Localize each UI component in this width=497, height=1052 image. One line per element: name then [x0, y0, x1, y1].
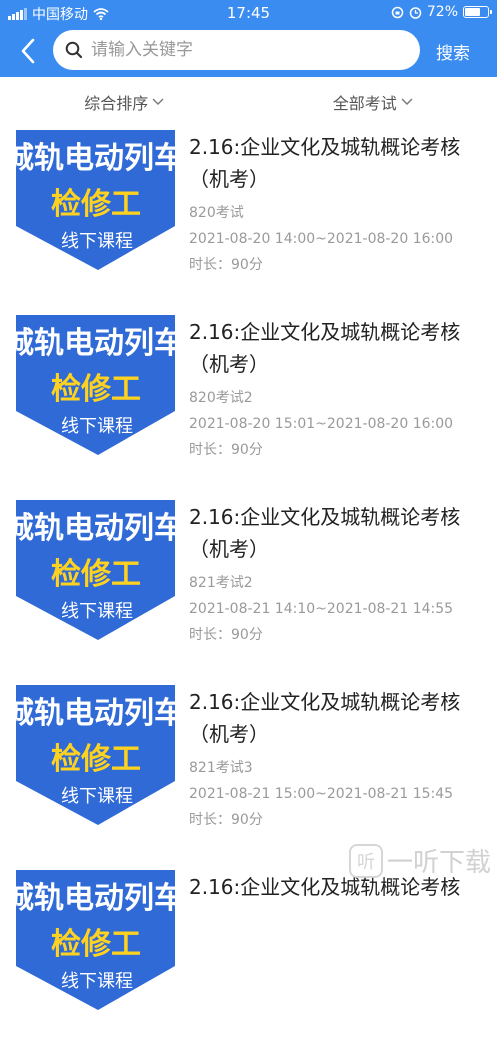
thumb-line3: 线下课程	[61, 971, 133, 992]
list-item[interactable]: 城轨电动列车 检修工 线下课程 2.16:企业文化及城轨概论考核（机考） 820…	[0, 127, 497, 312]
exam-list: 城轨电动列车 检修工 线下课程 2.16:企业文化及城轨概论考核（机考） 820…	[0, 127, 497, 1052]
thumb-line2: 检修工	[51, 557, 141, 592]
chevron-down-icon	[152, 98, 164, 106]
battery-icon	[463, 6, 489, 18]
thumb-line2: 检修工	[51, 927, 141, 962]
thumb-line1: 城轨电动列车	[16, 881, 175, 916]
filter-bar: 综合排序 全部考试	[0, 77, 497, 127]
search-icon	[65, 41, 83, 59]
alarm-icon	[409, 6, 422, 19]
search-button[interactable]: 搜索	[436, 39, 470, 64]
thumb-line1: 城轨电动列车	[16, 141, 175, 176]
course-thumbnail-image: 城轨电动列车 检修工 线下课程	[16, 315, 175, 455]
thumb-line3: 线下课程	[61, 601, 133, 622]
watermark-logo: 听	[349, 844, 383, 878]
status-bar: 中国移动 17:45 72%	[0, 0, 497, 26]
course-thumbnail: 城轨电动列车 检修工 线下课程	[16, 870, 175, 1010]
watermark: 听 一听下载	[349, 842, 491, 879]
back-button[interactable]	[14, 36, 44, 66]
course-thumbnail-image: 城轨电动列车 检修工 线下课程	[16, 500, 175, 640]
exam-time: 2021-08-21 15:00~2021-08-21 15:45	[189, 785, 489, 803]
course-thumbnail-image: 城轨电动列车 检修工 线下课程	[16, 870, 175, 1010]
exam-duration: 时长：90分	[189, 441, 489, 459]
list-item[interactable]: 城轨电动列车 检修工 线下课程 2.16:企业文化及城轨概论考核（机考） 820…	[0, 312, 497, 497]
exam-name: 820考试2	[189, 389, 489, 407]
search-box[interactable]	[53, 30, 420, 70]
exam-duration: 时长：90分	[189, 626, 489, 644]
exam-type-filter-label: 全部考试	[333, 90, 397, 114]
header-bar: 中国移动 17:45 72%	[0, 0, 497, 77]
exam-time: 2021-08-20 14:00~2021-08-20 16:00	[189, 230, 489, 248]
exam-title: 2.16:企业文化及城轨概论考核（机考）	[189, 501, 489, 565]
exam-title: 2.16:企业文化及城轨概论考核（机考）	[189, 316, 489, 380]
thumb-line3: 线下课程	[61, 231, 133, 252]
exam-time: 2021-08-21 14:10~2021-08-21 14:55	[189, 600, 489, 618]
exam-type-filter[interactable]: 全部考试	[249, 77, 497, 127]
lock-rotation-icon	[391, 6, 404, 19]
exam-time: 2021-08-20 15:01~2021-08-20 16:00	[189, 415, 489, 433]
list-item[interactable]: 城轨电动列车 检修工 线下课程 2.16:企业文化及城轨概论考核（机考） 821…	[0, 682, 497, 867]
thumb-line3: 线下课程	[61, 416, 133, 437]
course-thumbnail: 城轨电动列车 检修工 线下课程	[16, 685, 175, 825]
list-item[interactable]: 城轨电动列车 检修工 线下课程 2.16:企业文化及城轨概论考核	[0, 867, 497, 1052]
exam-name: 821考试3	[189, 759, 489, 777]
exam-name: 820考试	[189, 204, 489, 222]
thumb-line2: 检修工	[51, 187, 141, 222]
thumb-line1: 城轨电动列车	[16, 696, 175, 731]
sort-filter-label: 综合排序	[84, 90, 148, 114]
course-thumbnail: 城轨电动列车 检修工 线下课程	[16, 130, 175, 270]
thumb-line1: 城轨电动列车	[16, 511, 175, 546]
exam-duration: 时长：90分	[189, 256, 489, 274]
watermark-text: 一听下载	[387, 842, 491, 879]
list-item[interactable]: 城轨电动列车 检修工 线下课程 2.16:企业文化及城轨概论考核（机考） 821…	[0, 497, 497, 682]
thumb-line2: 检修工	[51, 742, 141, 777]
battery-percent: 72%	[427, 4, 458, 20]
nav-bar: 搜索	[0, 28, 497, 74]
search-input[interactable]	[89, 39, 393, 61]
chevron-left-icon	[14, 36, 44, 66]
sort-filter[interactable]: 综合排序	[0, 77, 249, 127]
chevron-down-icon	[401, 98, 413, 106]
course-thumbnail-image: 城轨电动列车 检修工 线下课程	[16, 685, 175, 825]
exam-title: 2.16:企业文化及城轨概论考核（机考）	[189, 686, 489, 750]
thumb-line2: 检修工	[51, 372, 141, 407]
thumb-line3: 线下课程	[61, 786, 133, 807]
thumb-line1: 城轨电动列车	[16, 326, 175, 361]
course-thumbnail-image: 城轨电动列车 检修工 线下课程	[16, 130, 175, 270]
course-thumbnail: 城轨电动列车 检修工 线下课程	[16, 315, 175, 455]
course-thumbnail: 城轨电动列车 检修工 线下课程	[16, 500, 175, 640]
exam-name: 821考试2	[189, 574, 489, 592]
exam-duration: 时长：90分	[189, 811, 489, 829]
exam-title: 2.16:企业文化及城轨概论考核（机考）	[189, 131, 489, 195]
